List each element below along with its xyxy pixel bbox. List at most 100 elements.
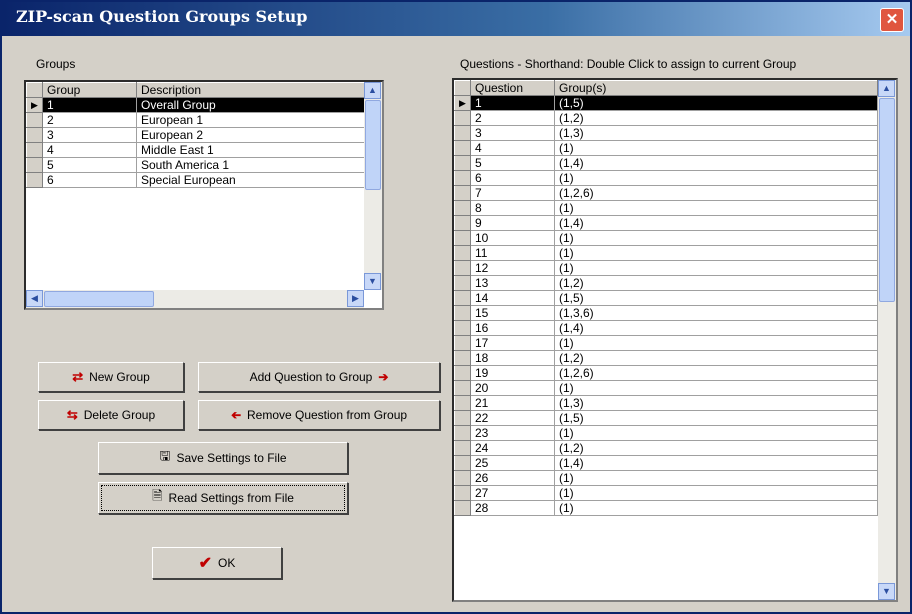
questions-table-row[interactable]: 14 (1,5) (454, 290, 878, 306)
questions-table-cell-q[interactable]: 25 (470, 455, 555, 471)
questions-table-cell-g[interactable]: (1,2) (554, 440, 878, 456)
groups-table-cell-description[interactable]: European 2 (136, 127, 366, 143)
row-indicator[interactable] (454, 305, 471, 321)
questions-table-row[interactable]: 4 (1) (454, 140, 878, 156)
groups-grid[interactable]: Group Description ▶ 1 Overall Group 2 Europe… (24, 80, 384, 310)
questions-table-cell-q[interactable]: 8 (470, 200, 555, 216)
questions-table-row[interactable]: 2 (1,2) (454, 110, 878, 126)
questions-table-row[interactable]: 3 (1,3) (454, 125, 878, 141)
questions-grid[interactable]: Question Group(s) ▶ 1 (1,5) 2 (1,2) 3 (1,3) 4 (1… (452, 78, 898, 602)
groups-table-cell-description[interactable]: Middle East 1 (136, 142, 366, 158)
row-indicator[interactable] (454, 260, 471, 276)
questions-table-cell-g[interactable]: (1) (554, 425, 878, 441)
row-indicator[interactable] (454, 470, 471, 486)
row-indicator[interactable] (454, 335, 471, 351)
groups-table-row[interactable]: 4 Middle East 1 (26, 142, 366, 158)
questions-table-cell-g[interactable]: (1,2,6) (554, 365, 878, 381)
row-indicator[interactable] (454, 200, 471, 216)
questions-table-cell-q[interactable]: 11 (470, 245, 555, 261)
questions-table-row[interactable]: 25 (1,4) (454, 455, 878, 471)
questions-table-cell-g[interactable]: (1,5) (554, 410, 878, 426)
row-indicator[interactable] (26, 127, 43, 143)
questions-table-cell-g[interactable]: (1,2,6) (554, 185, 878, 201)
questions-vscrollbar[interactable]: ▲ ▼ (878, 80, 896, 600)
groups-table-cell-group[interactable]: 1 (42, 97, 137, 113)
row-indicator[interactable] (454, 110, 471, 126)
questions-table-row[interactable]: 8 (1) (454, 200, 878, 216)
questions-table-row[interactable]: 6 (1) (454, 170, 878, 186)
questions-table-cell-q[interactable]: 24 (470, 440, 555, 456)
questions-table-cell-g[interactable]: (1,4) (554, 320, 878, 336)
row-indicator[interactable] (454, 395, 471, 411)
title-bar[interactable]: ZIP-scan Question Groups Setup ✕ (2, 2, 910, 36)
questions-table-cell-g[interactable]: (1,5) (554, 290, 878, 306)
groups-table-cell-description[interactable]: Special European (136, 172, 366, 188)
questions-table-cell-g[interactable]: (1) (554, 380, 878, 396)
questions-table-row[interactable]: ▶ 1 (1,5) (454, 95, 878, 111)
groups-table-cell-description[interactable]: European 1 (136, 112, 366, 128)
row-indicator[interactable] (454, 485, 471, 501)
questions-table-cell-q[interactable]: 21 (470, 395, 555, 411)
questions-table-cell-g[interactable]: (1,4) (554, 215, 878, 231)
questions-table-cell-g[interactable]: (1,5) (554, 95, 878, 111)
questions-table-row[interactable]: 20 (1) (454, 380, 878, 396)
questions-table-cell-q[interactable]: 15 (470, 305, 555, 321)
questions-table-cell-g[interactable]: (1) (554, 500, 878, 516)
row-indicator[interactable] (454, 380, 471, 396)
groups-vscrollbar[interactable]: ▲ ▼ (364, 82, 382, 290)
scroll-right-icon[interactable]: ▶ (347, 290, 364, 307)
questions-table-cell-q[interactable]: 19 (470, 365, 555, 381)
questions-table-cell-g[interactable]: (1,4) (554, 155, 878, 171)
questions-table-cell-g[interactable]: (1,3,6) (554, 305, 878, 321)
groups-table-cell-group[interactable]: 2 (42, 112, 137, 128)
questions-table-cell-g[interactable]: (1,3) (554, 125, 878, 141)
questions-table-row[interactable]: 22 (1,5) (454, 410, 878, 426)
questions-table-row[interactable]: 18 (1,2) (454, 350, 878, 366)
questions-table-cell-q[interactable]: 16 (470, 320, 555, 336)
groups-vscroll-thumb[interactable] (365, 100, 381, 190)
questions-table-row[interactable]: 28 (1) (454, 500, 878, 516)
remove-question-button[interactable]: ➔ Remove Question from Group (198, 400, 440, 430)
questions-table-cell-q[interactable]: 17 (470, 335, 555, 351)
questions-table-cell-q[interactable]: 5 (470, 155, 555, 171)
questions-table-cell-q[interactable]: 2 (470, 110, 555, 126)
questions-table-cell-g[interactable]: (1) (554, 140, 878, 156)
row-indicator[interactable] (454, 290, 471, 306)
new-group-button[interactable]: ⇄ New Group (38, 362, 184, 392)
groups-table-row[interactable]: 3 European 2 (26, 127, 366, 143)
questions-table-cell-q[interactable]: 4 (470, 140, 555, 156)
add-question-button[interactable]: Add Question to Group ➔ (198, 362, 440, 392)
scroll-left-icon[interactable]: ◀ (26, 290, 43, 307)
questions-table-cell-q[interactable]: 23 (470, 425, 555, 441)
questions-table-cell-g[interactable]: (1) (554, 260, 878, 276)
row-indicator[interactable] (454, 230, 471, 246)
questions-table-cell-q[interactable]: 13 (470, 275, 555, 291)
row-indicator[interactable] (454, 155, 471, 171)
row-indicator[interactable] (454, 425, 471, 441)
groups-hscrollbar[interactable]: ◀ ▶ (26, 290, 364, 308)
questions-table-row[interactable]: 16 (1,4) (454, 320, 878, 336)
row-indicator[interactable]: ▶ (26, 97, 43, 113)
save-settings-button[interactable]: 🖫 Save Settings to File (98, 442, 348, 474)
questions-table-cell-q[interactable]: 3 (470, 125, 555, 141)
groups-table-cell-group[interactable]: 4 (42, 142, 137, 158)
row-indicator[interactable]: ▶ (454, 95, 471, 111)
groups-table-row[interactable]: 6 Special European (26, 172, 366, 188)
groups-table-cell-description[interactable]: South America 1 (136, 157, 366, 173)
questions-table-row[interactable]: 27 (1) (454, 485, 878, 501)
groups-header-description[interactable]: Description (136, 82, 366, 98)
read-settings-button[interactable]: 🗎 Read Settings from File (98, 482, 348, 514)
questions-table-cell-g[interactable]: (1,2) (554, 110, 878, 126)
row-indicator[interactable] (454, 275, 471, 291)
scroll-down-icon[interactable]: ▼ (364, 273, 381, 290)
questions-table-row[interactable]: 17 (1) (454, 335, 878, 351)
questions-table-cell-g[interactable]: (1,2) (554, 275, 878, 291)
row-indicator[interactable] (454, 215, 471, 231)
groups-table-cell-group[interactable]: 3 (42, 127, 137, 143)
row-indicator[interactable] (26, 142, 43, 158)
questions-table-row[interactable]: 26 (1) (454, 470, 878, 486)
questions-table-row[interactable]: 5 (1,4) (454, 155, 878, 171)
questions-table-cell-q[interactable]: 18 (470, 350, 555, 366)
groups-hscroll-thumb[interactable] (44, 291, 154, 307)
questions-table-cell-q[interactable]: 26 (470, 470, 555, 486)
